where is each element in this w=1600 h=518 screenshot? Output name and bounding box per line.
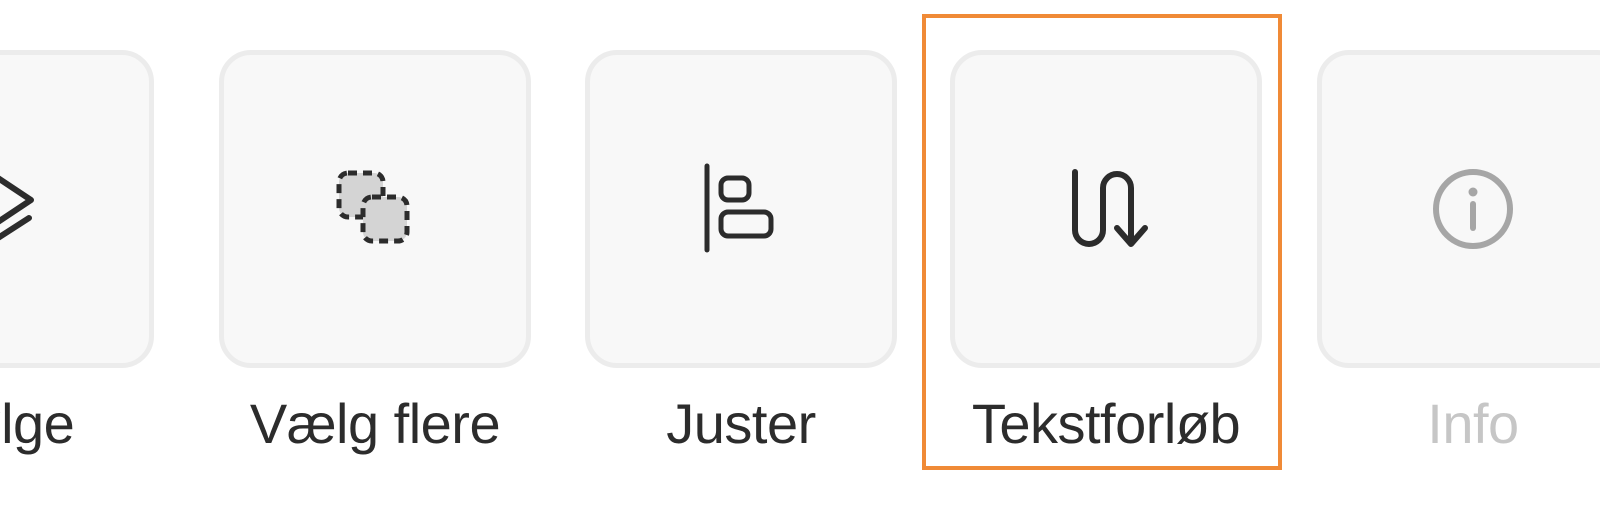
tool-info-tile[interactable]: [1317, 50, 1600, 368]
tool-arrange[interactable]: efølge: [0, 0, 154, 518]
tool-align-tile[interactable]: [585, 50, 897, 368]
align-left-icon: [701, 163, 781, 254]
tool-align-label: Juster: [666, 392, 816, 455]
info-icon: [1430, 166, 1516, 252]
tool-multi-select[interactable]: Vælg flere: [219, 0, 531, 518]
tool-arrange-label: efølge: [0, 392, 75, 455]
tool-arrange-tile[interactable]: [0, 50, 154, 368]
tool-info-label: Info: [1427, 392, 1519, 455]
toolbar-strip: efølge Vælg flere Juster: [0, 0, 1600, 518]
tool-text-flow[interactable]: Tekstforløb: [950, 0, 1262, 518]
tool-multi-select-tile[interactable]: [219, 50, 531, 368]
tool-text-flow-tile[interactable]: [950, 50, 1262, 368]
multi-select-icon: [335, 169, 415, 249]
tool-info[interactable]: Info: [1317, 0, 1600, 518]
tool-align[interactable]: Juster: [585, 0, 897, 518]
tool-text-flow-label: Tekstforløb: [971, 392, 1241, 455]
text-flow-icon: [1061, 164, 1151, 254]
layers-order-icon: [0, 164, 43, 254]
tool-multi-select-label: Vælg flere: [249, 392, 501, 455]
